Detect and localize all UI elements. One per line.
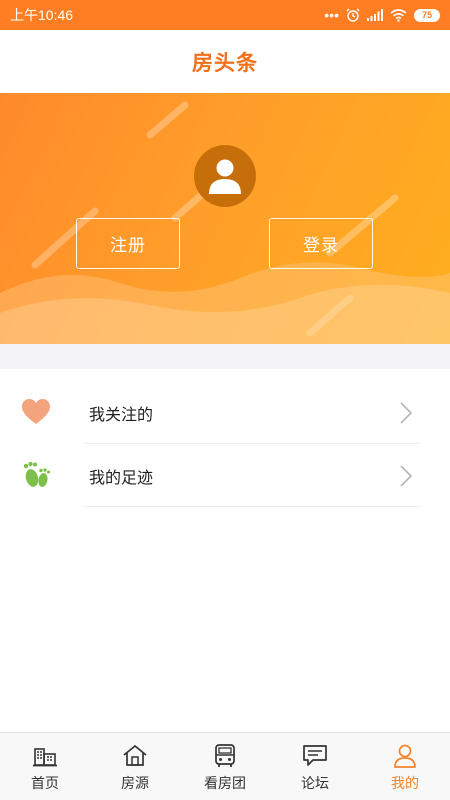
status-icons: ••• 75 <box>324 7 440 23</box>
tab-listings[interactable]: 房源 <box>90 733 180 800</box>
footprint-icon <box>20 459 52 491</box>
login-button[interactable]: 登录 <box>269 218 373 269</box>
page-title: 房头条 <box>192 51 258 75</box>
section-divider <box>0 344 450 369</box>
battery-icon: 75 <box>414 8 440 22</box>
chevron-right-icon <box>400 402 413 424</box>
app-header: 房头条 <box>0 30 450 93</box>
heart-icon <box>20 396 52 428</box>
tab-forum[interactable]: 论坛 <box>270 733 360 800</box>
profile-menu: 我关注的 我的足迹 <box>0 369 450 507</box>
chevron-right-icon <box>400 465 413 487</box>
menu-item-label: 我的足迹 <box>89 469 154 487</box>
person-icon <box>394 744 416 768</box>
menu-item-label: 我关注的 <box>89 406 154 424</box>
chat-icon <box>303 745 327 766</box>
banner-decoration <box>0 101 450 344</box>
profile-banner: 注册 登录 <box>0 93 450 344</box>
bottom-tab-bar: 首页 房源 看房团 论坛 我的 <box>0 732 450 800</box>
tab-label: 论坛 <box>301 775 329 791</box>
tab-home[interactable]: 首页 <box>0 733 90 800</box>
home-buildings-icon <box>33 748 57 767</box>
tab-label: 房源 <box>121 775 149 791</box>
avatar[interactable] <box>194 145 256 207</box>
tab-house-tour[interactable]: 看房团 <box>180 733 270 800</box>
divider <box>84 506 420 507</box>
tab-label: 首页 <box>31 775 59 791</box>
menu-item-history[interactable]: 我的足迹 <box>0 444 450 507</box>
user-silhouette-icon <box>209 159 241 194</box>
status-bar: 上午10:46 ••• 75 <box>0 0 450 30</box>
alarm-icon <box>346 8 360 22</box>
bus-icon <box>215 744 235 767</box>
house-icon <box>123 744 147 766</box>
menu-item-following[interactable]: 我关注的 <box>0 381 450 444</box>
tab-label: 看房团 <box>204 775 246 791</box>
signal-icon <box>367 9 383 21</box>
more-dots-icon: ••• <box>324 7 339 23</box>
wifi-icon <box>390 8 407 22</box>
tab-mine[interactable]: 我的 <box>360 733 450 800</box>
status-time: 上午10:46 <box>10 7 74 23</box>
register-button[interactable]: 注册 <box>76 218 180 269</box>
tab-label: 我的 <box>391 775 419 791</box>
